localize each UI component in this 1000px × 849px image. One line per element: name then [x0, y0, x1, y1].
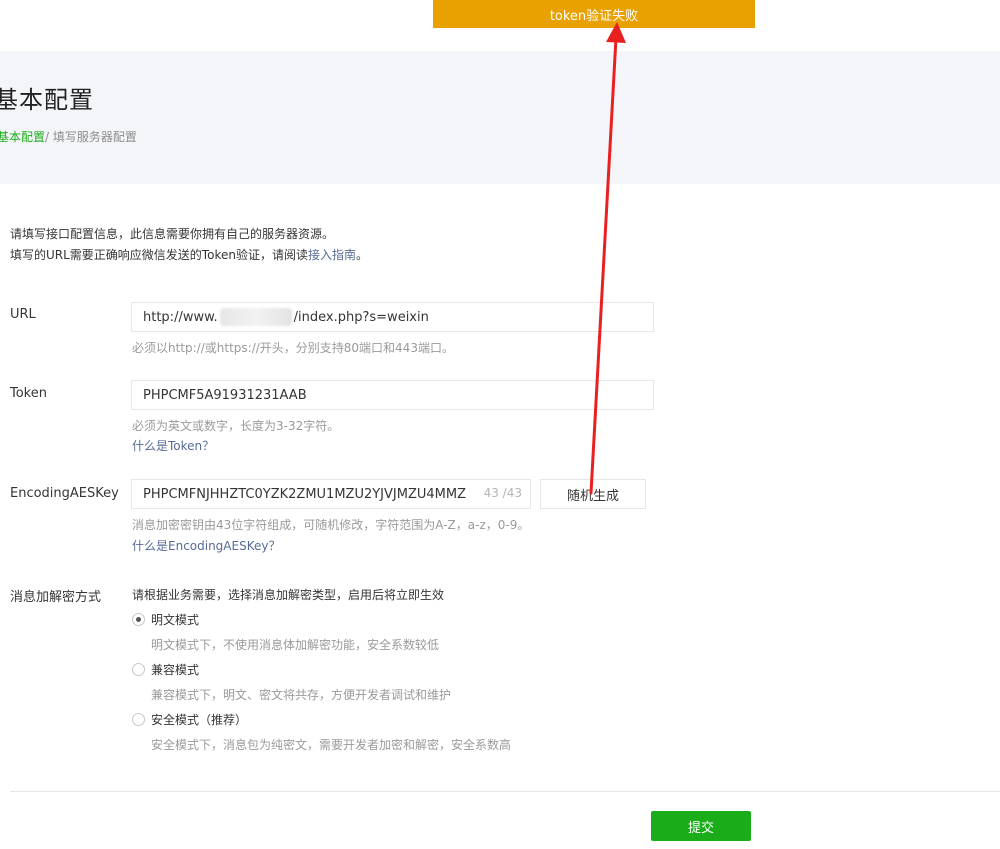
redacted-domain	[219, 308, 292, 326]
aeskey-hint: 消息加密密钥由43位字符组成，可随机修改，字符范围为A-Z，a-z，0-9。	[132, 518, 530, 532]
what-is-aeskey-link[interactable]: 什么是EncodingAESKey？	[132, 537, 280, 554]
encryption-intro: 请根据业务需要，选择消息加解密类型，启用后将立即生效	[132, 588, 445, 602]
radio-secure-indicator[interactable]	[132, 713, 145, 726]
intro-line-2: 填写的URL需要正确响应微信发送的Token验证，请阅读接入指南。	[10, 245, 368, 266]
url-hint: 必须以http://或https://开头，分别支持80端口和443端口。	[132, 341, 454, 355]
breadcrumb-link-basic-config[interactable]: 基本配置	[0, 130, 45, 144]
what-is-token-link[interactable]: 什么是Token？	[132, 437, 214, 454]
submit-button[interactable]: 提交	[651, 811, 751, 841]
page-header	[0, 51, 1000, 184]
intro-line-2-prefix: 填写的URL需要正确响应微信发送的Token验证，请阅读	[10, 248, 308, 262]
toast-message: token验证失败	[549, 8, 639, 24]
url-value-suffix: /index.php?s=weixin	[293, 309, 429, 325]
radio-secure-label: 安全模式（推荐）	[151, 713, 248, 727]
breadcrumb: 基本配置/ 填写服务器配置	[0, 128, 137, 145]
breadcrumb-current: 填写服务器配置	[52, 130, 137, 144]
aeskey-char-counter: 43 /43	[480, 486, 522, 500]
aeskey-value: PHPCMFNJHHZTC0YZK2ZMU1MZU2YJVJMZU4MMZ	[143, 486, 466, 502]
url-label: URL	[10, 307, 36, 322]
radio-compatible-mode[interactable]: 兼容模式	[132, 661, 199, 678]
footer-divider	[10, 791, 1000, 792]
encryption-label: 消息加解密方式	[10, 590, 102, 605]
intro-line-1: 请填写接口配置信息，此信息需要你拥有自己的服务器资源。	[10, 227, 335, 241]
radio-plaintext-indicator[interactable]	[132, 613, 145, 626]
radio-secure-mode[interactable]: 安全模式（推荐）	[132, 711, 247, 728]
radio-secure-desc: 安全模式下，消息包为纯密文，需要开发者加密和解密，安全系数高	[151, 738, 512, 752]
radio-compatible-desc: 兼容模式下，明文、密文将共存，方便开发者调试和维护	[151, 688, 452, 702]
token-hint: 必须为英文或数字，长度为3-32字符。	[132, 419, 340, 433]
access-guide-link[interactable]: 接入指南	[308, 248, 356, 262]
intro-text: 请填写接口配置信息，此信息需要你拥有自己的服务器资源。 填写的URL需要正确响应…	[10, 224, 368, 266]
aeskey-input[interactable]: PHPCMFNJHHZTC0YZK2ZMU1MZU2YJVJMZU4MMZ 43…	[131, 479, 531, 509]
url-value-prefix: http://www.	[143, 309, 218, 325]
token-value: PHPCMF5A91931231AAB	[143, 387, 307, 403]
radio-plaintext-desc: 明文模式下，不使用消息体加解密功能，安全系数较低	[151, 638, 440, 652]
intro-line-2-suffix: 。	[355, 248, 368, 262]
radio-compatible-indicator[interactable]	[132, 663, 145, 676]
radio-plaintext-label: 明文模式	[151, 613, 200, 627]
aeskey-label: EncodingAESKey	[10, 486, 119, 501]
radio-plaintext-mode[interactable]: 明文模式	[132, 611, 199, 628]
error-toast: token验证失败	[433, 0, 755, 28]
token-input[interactable]: PHPCMF5A91931231AAB	[131, 380, 654, 410]
url-input[interactable]: http://www. /index.php?s=weixin	[131, 302, 654, 332]
breadcrumb-separator: /	[45, 130, 53, 144]
random-generate-button[interactable]: 随机生成	[540, 479, 646, 509]
radio-compatible-label: 兼容模式	[151, 663, 200, 677]
token-label: Token	[10, 386, 47, 401]
page-title: 基本配置	[0, 86, 94, 114]
